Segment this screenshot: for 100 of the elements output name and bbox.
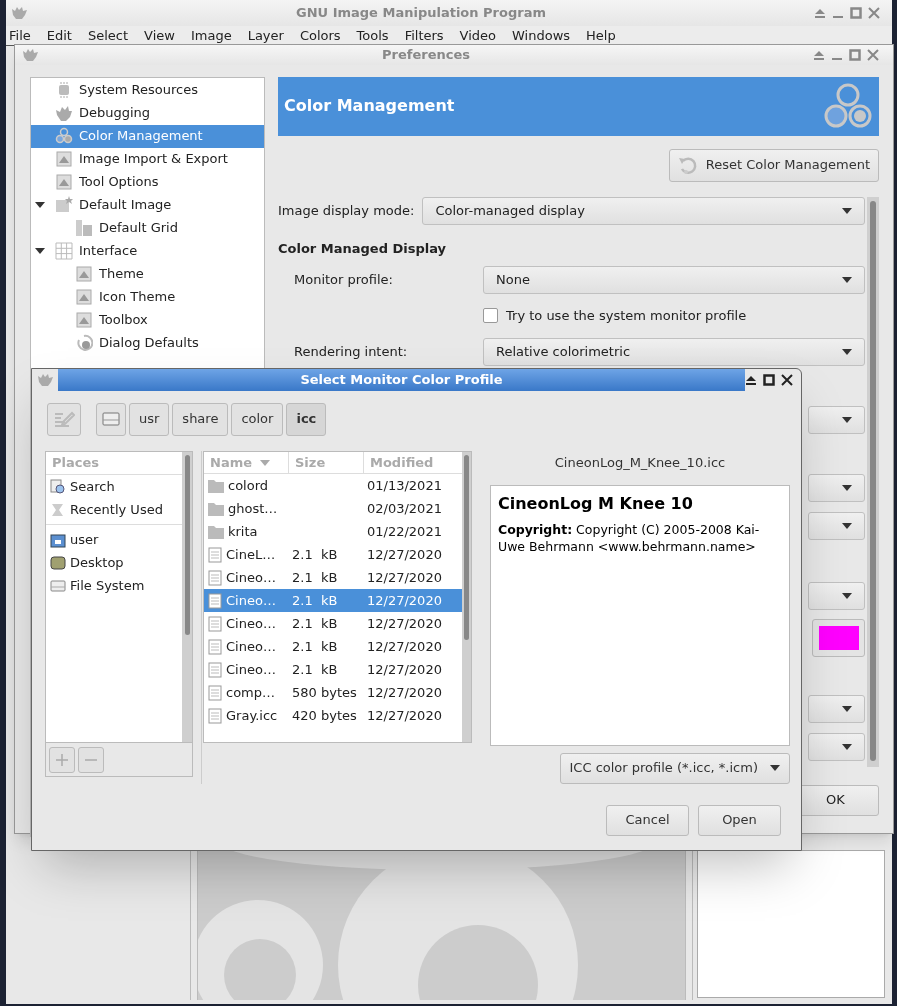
pencil-icon xyxy=(53,410,75,428)
tree-item[interactable]: Interface xyxy=(31,239,264,263)
eject-icon[interactable] xyxy=(745,374,757,386)
path-button[interactable]: icc xyxy=(286,402,327,436)
place-item[interactable]: Search xyxy=(46,475,182,498)
tree-item[interactable]: Tool Options xyxy=(31,170,264,194)
folder-icon xyxy=(208,501,224,516)
close-icon[interactable] xyxy=(781,374,793,386)
file-row[interactable]: CineL… 2.1 kB 12/27/2020 xyxy=(204,543,462,566)
path-button[interactable]: color xyxy=(231,402,284,436)
file-row[interactable]: Cineo… 2.1 kB 12/27/2020 xyxy=(204,566,462,589)
menu-item[interactable]: Edit xyxy=(46,25,72,46)
field-label: Rendering intent: xyxy=(294,342,409,361)
dropdown[interactable] xyxy=(808,405,865,434)
scrollbar[interactable] xyxy=(462,452,471,742)
caret-icon xyxy=(842,705,852,712)
dialog-button[interactable]: Cancel xyxy=(606,804,689,836)
dropdown[interactable] xyxy=(808,694,865,723)
dial-icon xyxy=(75,334,93,352)
menu-item[interactable]: Video xyxy=(459,25,497,46)
file-row[interactable]: comp… 580 bytes 12/27/2020 xyxy=(204,681,462,704)
drive-button[interactable] xyxy=(96,402,126,436)
file-name: Cineo… xyxy=(226,614,276,633)
place-item[interactable]: File System xyxy=(46,574,182,597)
folder-icon xyxy=(208,524,224,539)
add-button[interactable] xyxy=(49,746,75,773)
file-row[interactable]: Gray.icc 420 bytes 12/27/2020 xyxy=(204,704,462,727)
menu-item[interactable]: Layer xyxy=(247,25,284,46)
place-item[interactable]: user xyxy=(46,528,182,551)
color-button[interactable] xyxy=(812,618,865,657)
tree-item[interactable]: Icon Theme xyxy=(31,285,264,309)
app-icon xyxy=(10,5,28,21)
file-name: Cineo… xyxy=(226,637,276,656)
document-icon xyxy=(208,684,222,701)
reset-button[interactable]: Reset Color Management xyxy=(668,148,879,182)
menu-item[interactable]: View xyxy=(144,25,175,46)
window-title: Preferences xyxy=(381,46,471,64)
tree-item[interactable]: Debugging xyxy=(31,101,264,125)
place-item[interactable]: Recently Used xyxy=(46,498,182,521)
system-profile-checkbox[interactable]: Try to use the system monitor profile xyxy=(483,306,747,326)
scrollbar[interactable] xyxy=(867,196,879,767)
tree-item[interactable]: Theme xyxy=(31,262,264,286)
tree-item[interactable]: Toolbox xyxy=(31,308,264,332)
path-button[interactable]: usr xyxy=(129,402,170,436)
dropdown[interactable]: Relative colorimetric xyxy=(483,337,865,366)
window-title: Select Monitor Color Profile xyxy=(300,371,503,390)
profile-filename: CineonLog_M_Knee_10.icc xyxy=(553,454,727,472)
tool-icon xyxy=(55,173,73,191)
file-row[interactable]: Cineo… 2.1 kB 12/27/2020 xyxy=(204,658,462,681)
menu-item[interactable]: File xyxy=(9,25,31,46)
dropdown[interactable] xyxy=(808,511,865,540)
sort-icon xyxy=(260,459,270,466)
file-row[interactable]: Cineo… 2.1 kB 12/27/2020 xyxy=(204,612,462,635)
document-icon xyxy=(208,615,222,632)
maximize-icon[interactable] xyxy=(763,374,775,386)
document-icon xyxy=(208,592,222,609)
profile-description: Copyright: Copyright (C) 2005-2008 Kai-Uwe Behrmann <www.behrmann.name> xyxy=(498,520,761,555)
path-button[interactable]: share xyxy=(172,402,229,436)
dropdown[interactable] xyxy=(808,581,865,610)
tool-icon xyxy=(55,150,73,168)
remove-button[interactable] xyxy=(78,746,104,773)
tree-item[interactable]: System Resources xyxy=(31,78,264,102)
tree-item[interactable]: Default Image xyxy=(31,193,264,217)
menu-item[interactable]: Colors xyxy=(299,25,341,46)
menu-item[interactable]: Tools xyxy=(356,25,389,46)
tree-item[interactable]: Image Import & Export xyxy=(31,147,264,171)
expander-icon[interactable] xyxy=(35,246,45,256)
scrollbar[interactable] xyxy=(182,452,192,742)
file-row[interactable]: Cineo… 2.1 kB 12/27/2020 xyxy=(204,635,462,658)
file-name: CineL… xyxy=(226,545,276,564)
menu-item[interactable]: Help xyxy=(586,25,616,46)
file-size: 2.1 kB xyxy=(292,638,338,654)
expander-icon[interactable] xyxy=(35,200,45,210)
dropdown[interactable]: Color-managed display xyxy=(422,196,865,225)
dropdown[interactable] xyxy=(808,473,865,502)
file-name: comp… xyxy=(226,683,276,702)
undo-icon xyxy=(677,155,698,175)
panel-icon xyxy=(75,219,93,237)
place-item[interactable]: Desktop xyxy=(46,551,182,574)
menu-item[interactable]: Image xyxy=(190,25,232,46)
file-name: Cineo… xyxy=(226,568,276,587)
edit-location-button[interactable] xyxy=(47,402,81,436)
file-date: 12/27/2020 xyxy=(366,591,442,610)
caret-icon xyxy=(770,765,780,771)
menu-item[interactable]: Filters xyxy=(404,25,444,46)
menu-item[interactable]: Select xyxy=(87,25,129,46)
tree-item[interactable]: Default Grid xyxy=(31,216,264,240)
dialog-button[interactable]: Open xyxy=(698,804,781,836)
tree-item[interactable]: Dialog Defaults xyxy=(31,331,264,355)
circles-icon xyxy=(55,127,73,145)
caret-icon xyxy=(842,348,852,355)
dropdown[interactable] xyxy=(808,732,865,761)
menu-item[interactable]: Windows xyxy=(512,25,571,46)
file-date: 12/27/2020 xyxy=(366,706,442,725)
file-row[interactable]: colord 01/13/2021 xyxy=(204,474,462,497)
file-type-dropdown[interactable]: ICC color profile (*.icc, *.icm) xyxy=(559,752,790,784)
caret-icon xyxy=(842,416,852,423)
file-row[interactable]: krita 01/22/2021 xyxy=(204,520,462,543)
file-row[interactable]: ghost… 02/03/2021 xyxy=(204,497,462,520)
dropdown[interactable]: None xyxy=(483,266,865,294)
